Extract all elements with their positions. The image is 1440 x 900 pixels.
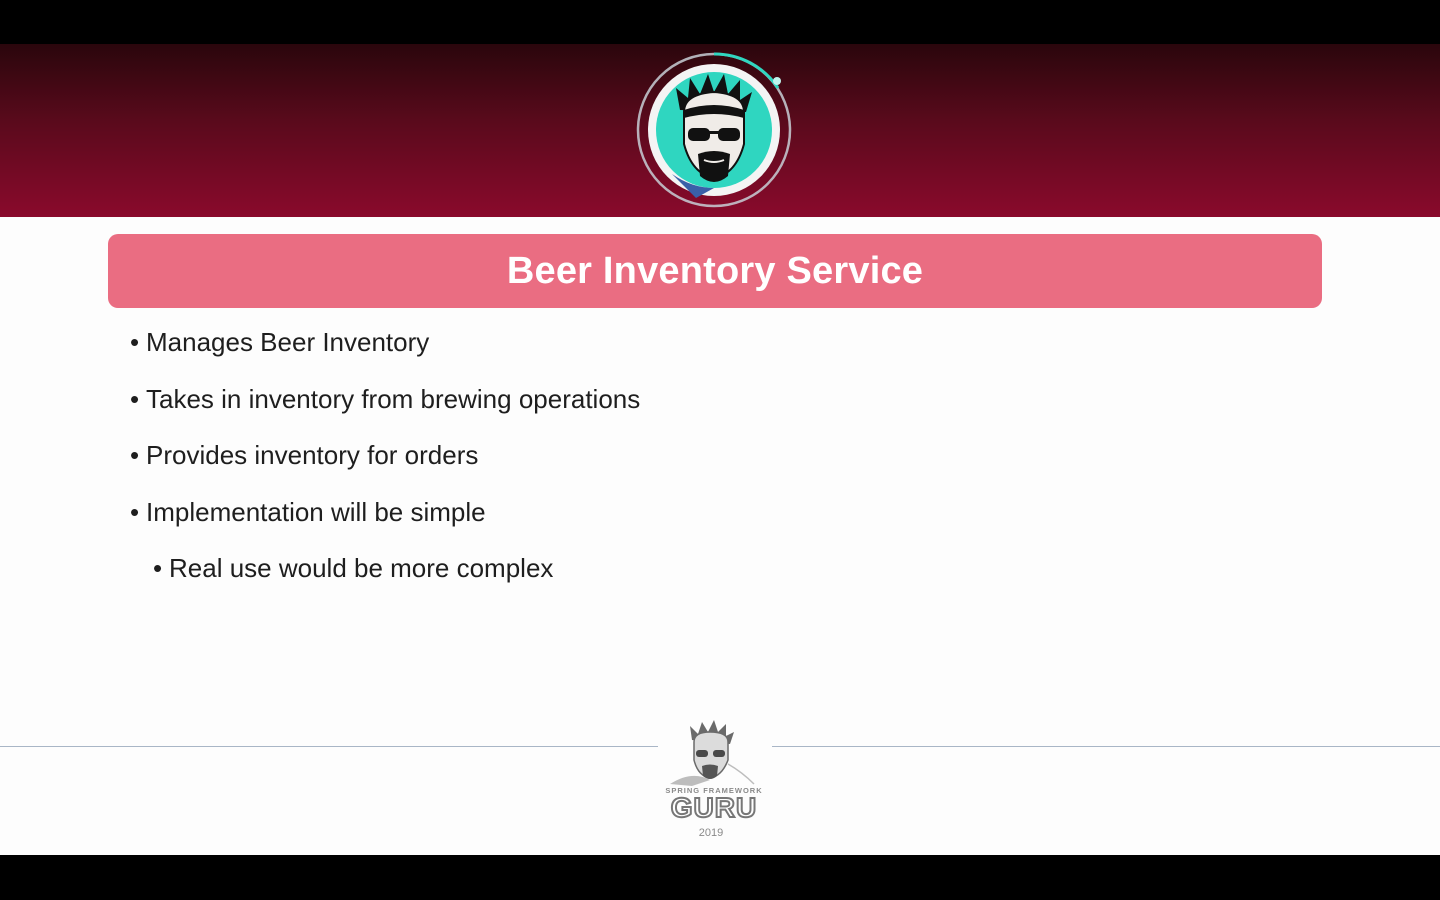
footer-divider-left xyxy=(0,746,658,747)
guru-avatar-icon xyxy=(636,52,792,208)
slide: Beer Inventory Service • Manages Beer Inv… xyxy=(0,44,1440,855)
bullet-glyph: • xyxy=(130,327,140,357)
list-item: • Provides inventory for orders xyxy=(130,437,640,494)
title-bar: Beer Inventory Service xyxy=(108,234,1322,308)
slide-title: Beer Inventory Service xyxy=(506,249,924,292)
footer-divider-right xyxy=(772,746,1440,747)
bullet-list: • Manages Beer Inventory • Takes in invent… xyxy=(130,324,640,607)
bullet-glyph: • xyxy=(153,553,163,583)
bullet-glyph: • xyxy=(130,383,140,414)
bullet-glyph: • xyxy=(130,440,140,470)
footer-year: 2019 xyxy=(698,827,724,839)
list-item: • Implementation will be simple xyxy=(130,494,640,551)
footer-brand: GURU xyxy=(670,792,758,824)
sub-list-item: • Real use would be more complex xyxy=(130,550,640,607)
letterbox-bottom xyxy=(0,855,1440,900)
bullet-glyph: • xyxy=(130,496,140,527)
list-item: • Takes in inventory from brewing operati… xyxy=(130,381,640,438)
list-item: • Manages Beer Inventory xyxy=(130,324,640,381)
letterbox-top xyxy=(0,0,1440,44)
guru-logo-icon xyxy=(670,720,755,786)
